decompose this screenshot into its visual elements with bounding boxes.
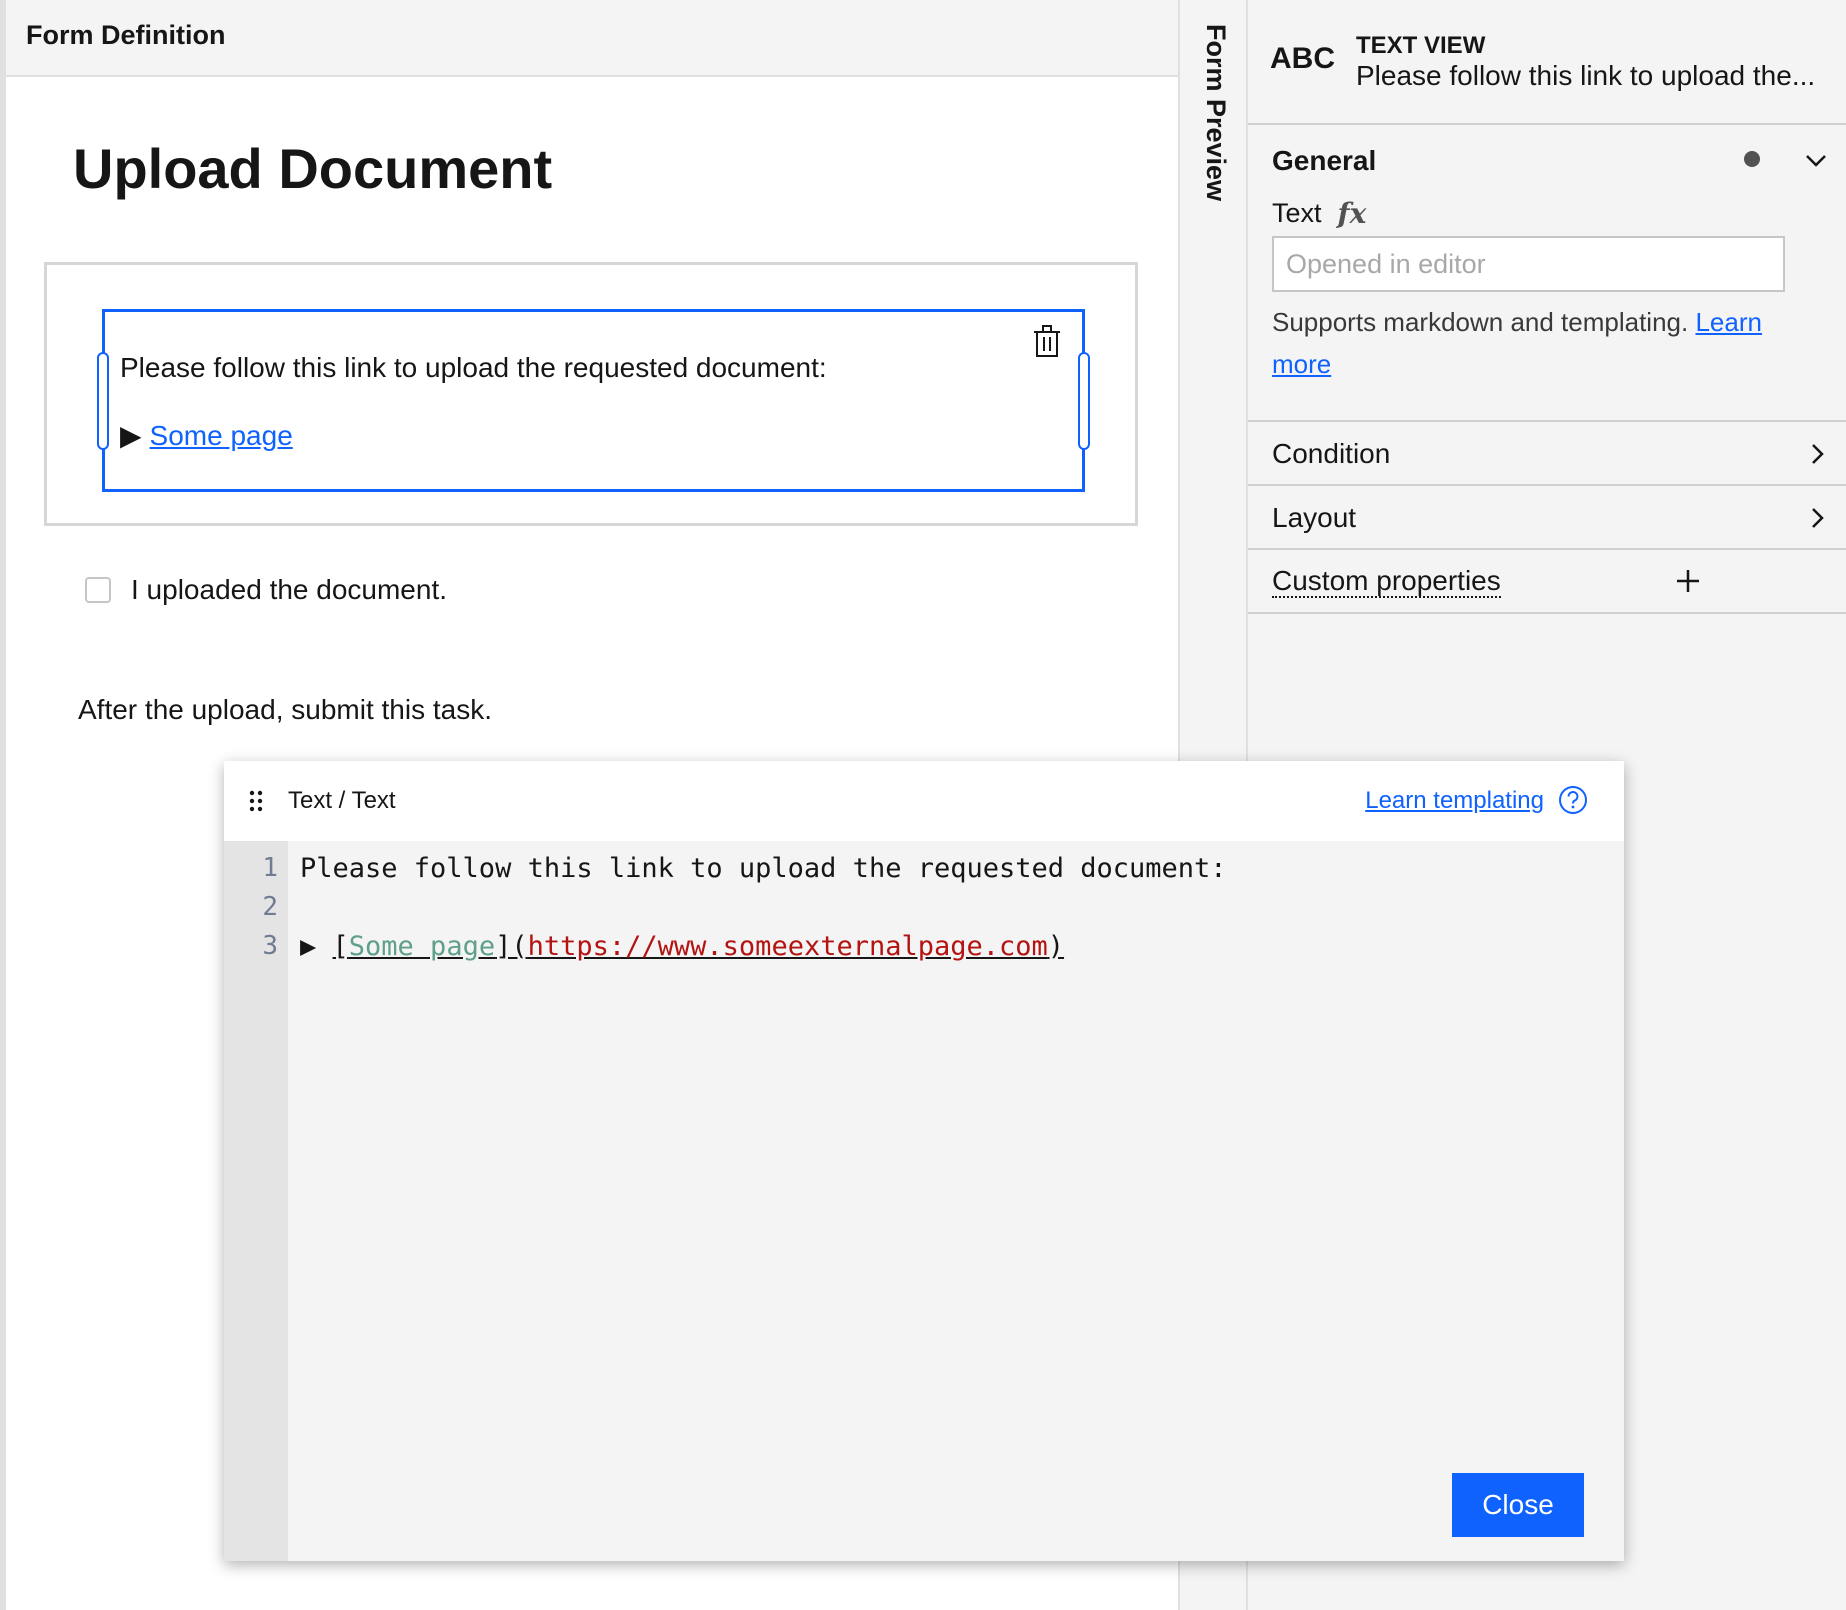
condition-section[interactable]: Condition: [1248, 422, 1846, 486]
form-preview-label[interactable]: Form Preview: [1200, 24, 1231, 201]
fx-icon[interactable]: fx: [1338, 197, 1367, 230]
trash-icon[interactable]: [1032, 324, 1062, 358]
drag-handle-icon[interactable]: [248, 789, 264, 813]
line-number: 1: [262, 853, 278, 883]
markdown-link: [Some page](https://www.someexternalpage…: [333, 931, 1065, 962]
text-component-link-line: ▶ Some page: [120, 419, 293, 452]
line-number-gutter: 1 2 3: [224, 841, 288, 1561]
uploaded-checkbox[interactable]: [85, 577, 111, 603]
line-number: 3: [262, 931, 278, 961]
editor-header[interactable]: Text / Text Learn templating: [224, 761, 1624, 841]
custom-properties-section[interactable]: Custom properties: [1248, 550, 1846, 614]
uploaded-checkbox-row[interactable]: I uploaded the document.: [85, 574, 447, 606]
chevron-right-icon[interactable]: [1806, 442, 1830, 466]
text-input[interactable]: [1272, 236, 1785, 292]
chevron-right-icon[interactable]: [1806, 506, 1830, 530]
text-component-line: Please follow this link to upload the re…: [120, 352, 827, 383]
text-view-icon: ABC: [1270, 42, 1335, 75]
editor-title: Text / Text: [288, 787, 396, 814]
general-section-title[interactable]: General: [1272, 145, 1376, 177]
some-page-link[interactable]: Some page: [150, 420, 293, 451]
line-number: 2: [262, 892, 278, 922]
layout-section[interactable]: Layout: [1248, 486, 1846, 550]
general-section: General Text fx Supports markdown and te…: [1248, 125, 1846, 422]
text-field-label-row: Text fx: [1272, 197, 1366, 230]
uploaded-checkbox-label[interactable]: I uploaded the document.: [131, 574, 447, 606]
modified-indicator-icon: [1744, 151, 1760, 167]
properties-header: ABC TEXT VIEW Please follow this link to…: [1248, 0, 1846, 125]
helper-text-body: Supports markdown and templating.: [1272, 307, 1689, 337]
form-title[interactable]: Upload Document: [73, 136, 552, 201]
text-field-label: Text: [1272, 198, 1322, 228]
custom-properties-title[interactable]: Custom properties: [1272, 566, 1501, 598]
bracket-close: ): [1047, 931, 1065, 962]
code-line-3[interactable]: ▶ [Some page](https://www.someexternalpa…: [300, 931, 1064, 962]
text-editor-dialog: Text / Text Learn templating 1 2 3 Pleas…: [224, 761, 1624, 1561]
bracket-mid: ](: [495, 931, 528, 962]
chevron-down-icon[interactable]: [1804, 149, 1828, 173]
selected-text-component[interactable]: Please follow this link to upload the re…: [97, 309, 1090, 492]
play-arrow-icon: ▶: [300, 931, 333, 962]
markdown-link-label: Some page: [348, 931, 496, 962]
code-line-1[interactable]: Please follow this link to upload the re…: [300, 853, 1227, 884]
bracket-open: [: [332, 931, 349, 962]
layout-section-title[interactable]: Layout: [1272, 502, 1356, 534]
play-arrow-icon: ▶: [120, 420, 142, 451]
markdown-link-url: https://www.someexternalpage.com: [527, 931, 1048, 962]
resize-handle-left[interactable]: [97, 352, 109, 450]
helper-text: Supports markdown and templating. Learn …: [1272, 301, 1792, 385]
resize-handle-right[interactable]: [1078, 352, 1090, 450]
help-icon[interactable]: [1558, 785, 1588, 815]
close-button[interactable]: Close: [1452, 1473, 1584, 1537]
after-upload-text: After the upload, submit this task.: [78, 694, 492, 725]
component-type: TEXT VIEW: [1356, 32, 1486, 59]
learn-templating-link[interactable]: Learn templating: [1365, 787, 1544, 815]
condition-section-title[interactable]: Condition: [1272, 438, 1390, 470]
component-description: Please follow this link to upload the...: [1356, 60, 1816, 91]
plus-icon[interactable]: [1675, 568, 1701, 594]
form-definition-header: Form Definition: [6, 0, 1178, 77]
form-definition-title: Form Definition: [26, 20, 226, 50]
